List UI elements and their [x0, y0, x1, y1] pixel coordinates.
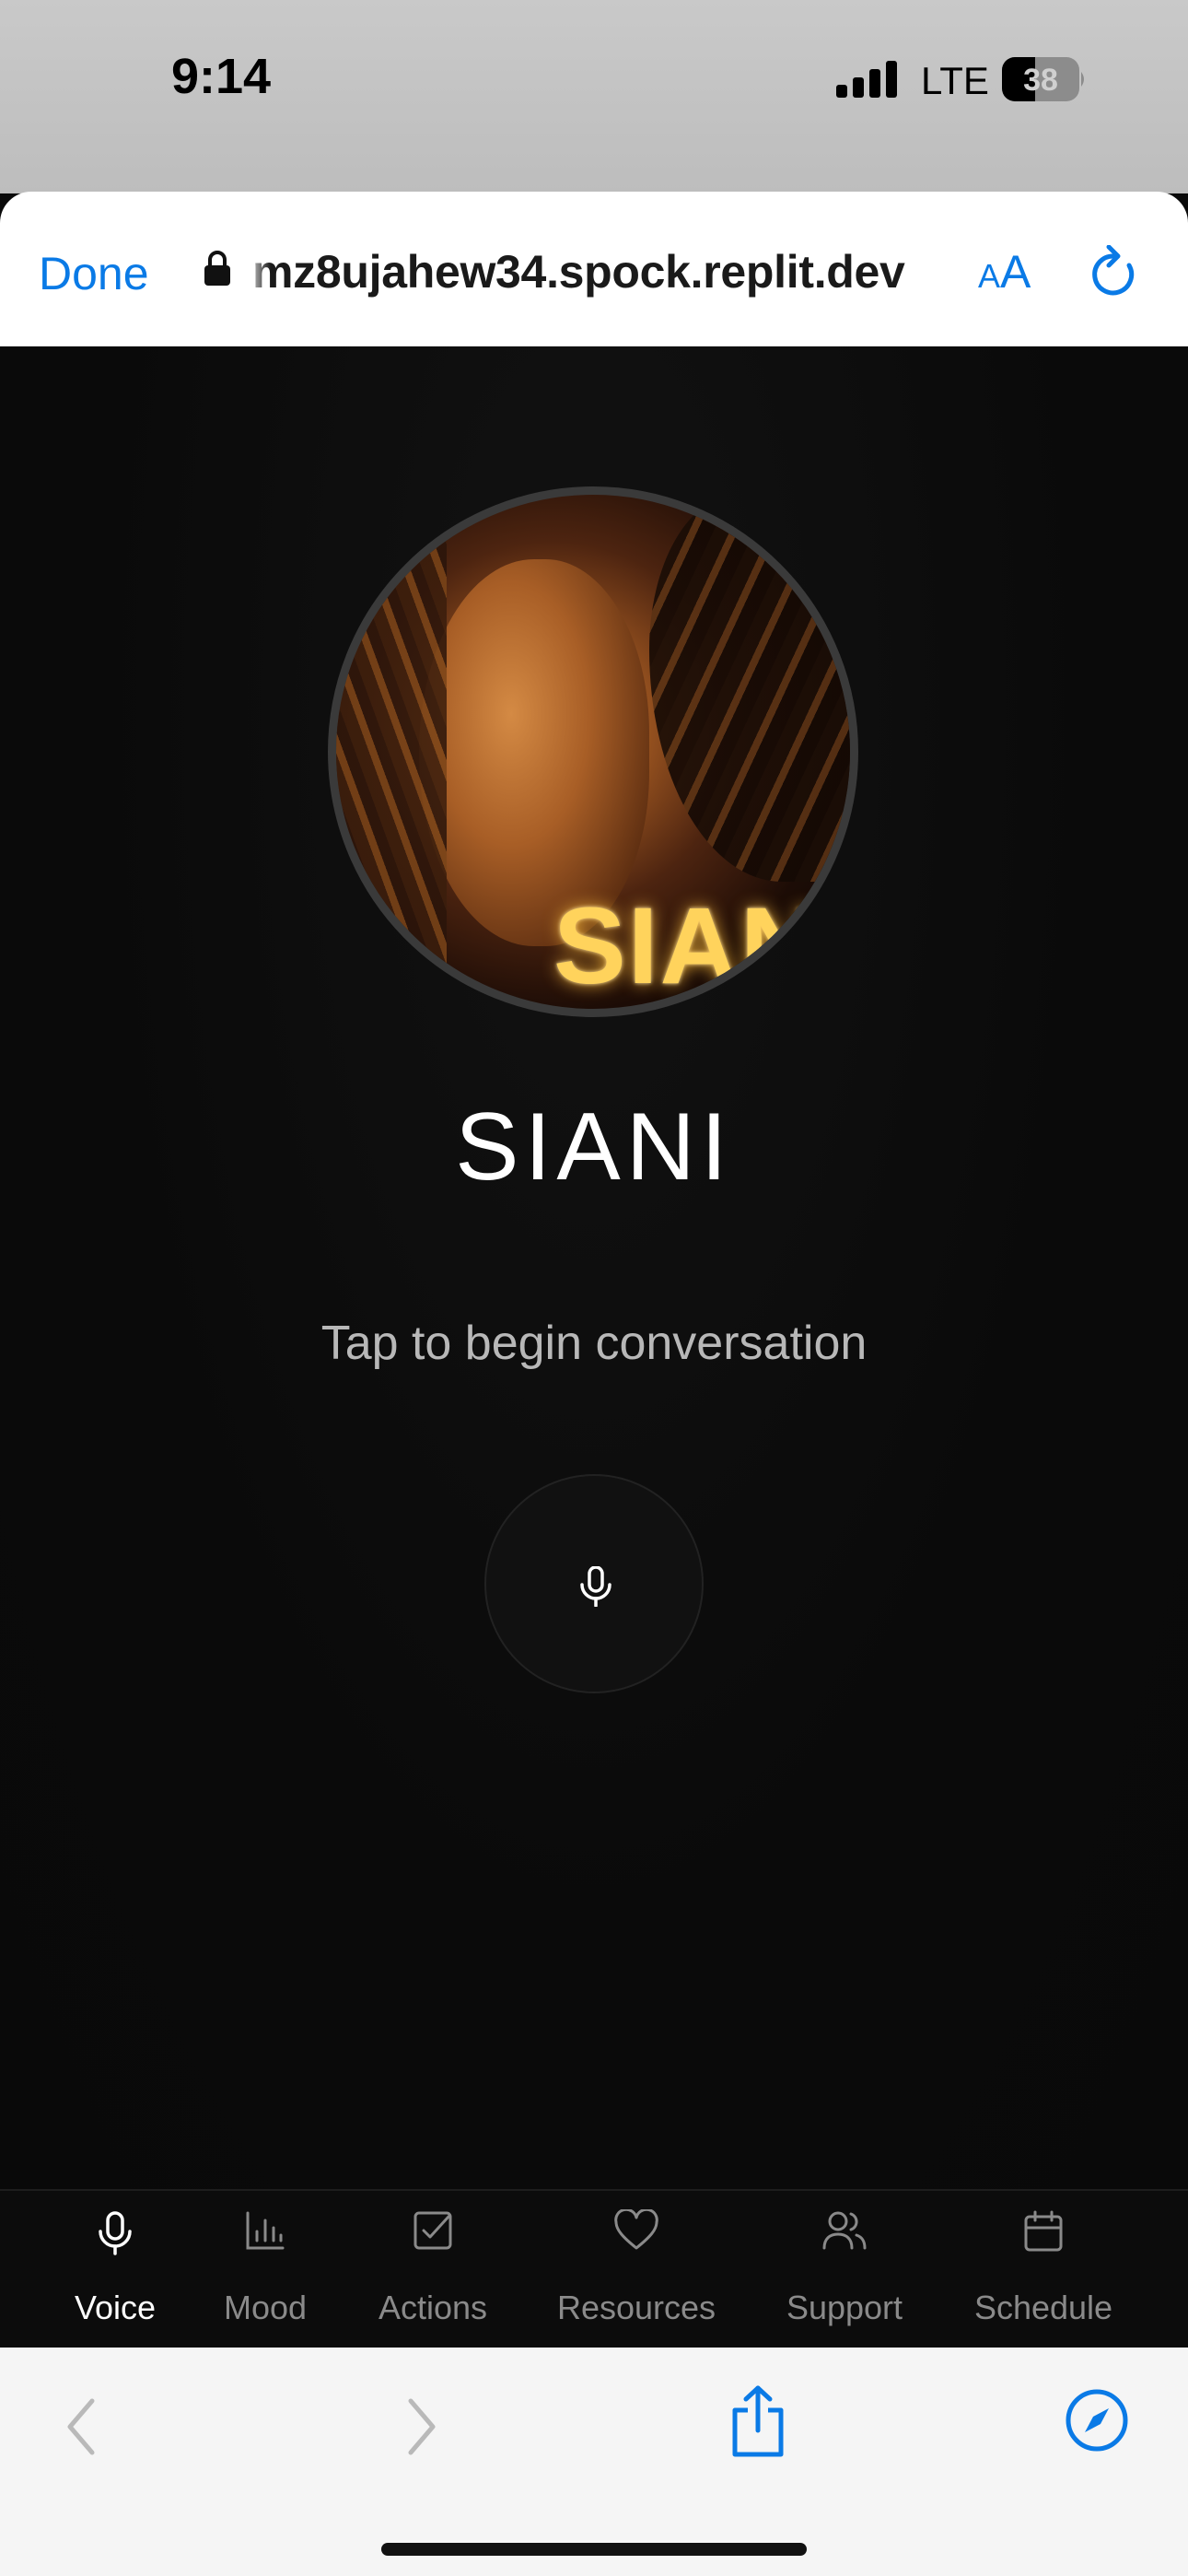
battery-icon: 38 [1002, 57, 1084, 101]
tab-bar: Voice Mood Actions Resources Support Sch… [0, 2189, 1188, 2349]
lock-icon [204, 251, 230, 286]
app-main: SIAN SIANI Tap to begin conversation [0, 346, 1188, 2189]
bar-chart-icon [246, 2211, 285, 2250]
tab-schedule[interactable]: Schedule [951, 2191, 1136, 2349]
tab-label: Actions [378, 2289, 488, 2326]
tab-label: Schedule [973, 2289, 1113, 2326]
browser-address-bar: Done mz8ujahew34.spock.replit.dev AA [0, 192, 1188, 346]
tab-label: Support [786, 2289, 903, 2326]
url-text[interactable]: mz8ujahew34.spock.replit.dev [252, 245, 905, 299]
signal-icon [836, 61, 897, 98]
avatar-logo: SIAN [553, 885, 821, 1007]
mic-icon [580, 1566, 611, 1607]
calendar-icon [1024, 2210, 1063, 2252]
text-size-button[interactable]: AA [978, 245, 1031, 299]
mic-button[interactable] [484, 1474, 704, 1693]
compass-icon[interactable] [1065, 2388, 1129, 2453]
browser-toolbar [0, 2348, 1188, 2576]
home-indicator [381, 2543, 807, 2556]
tab-resources[interactable]: Resources [544, 2191, 728, 2349]
avatar: SIAN [328, 486, 858, 1017]
avatar-hair-right [649, 495, 850, 882]
tab-support[interactable]: Support [752, 2191, 937, 2349]
done-button[interactable]: Done [39, 247, 149, 300]
back-icon[interactable] [64, 2397, 98, 2456]
reload-icon[interactable] [1089, 245, 1140, 300]
network-type: LTE [921, 59, 989, 102]
tab-mood[interactable]: Mood [173, 2191, 357, 2349]
url-fade [247, 238, 271, 302]
forward-icon[interactable] [405, 2397, 438, 2456]
heart-icon [614, 2209, 658, 2250]
tab-actions[interactable]: Actions [341, 2191, 525, 2349]
tab-label: Mood [223, 2289, 308, 2326]
battery-level: 38 [1023, 63, 1058, 98]
status-time: 9:14 [171, 49, 272, 104]
subtitle: Tap to begin conversation [320, 1317, 868, 1370]
app-title: SIANI [455, 1094, 733, 1200]
users-icon [822, 2211, 867, 2250]
text-size-small: A [978, 257, 1001, 295]
text-size-large: A [1000, 246, 1031, 298]
status-bar: 9:14 LTE 38 [0, 0, 1188, 193]
share-icon[interactable] [728, 2384, 788, 2458]
checkbox-icon [413, 2211, 452, 2250]
tab-label: Resources [556, 2289, 716, 2326]
avatar-hair-left [336, 532, 447, 974]
mic-icon [99, 2211, 132, 2255]
